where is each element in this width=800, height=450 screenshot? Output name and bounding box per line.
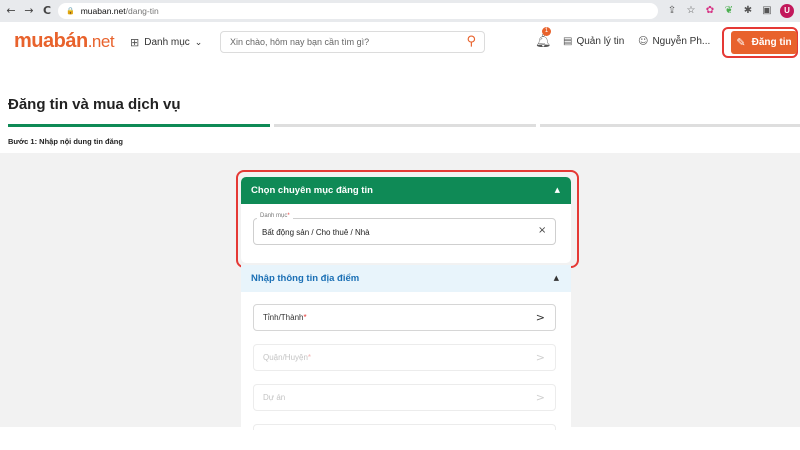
sidebar-toggle-icon[interactable]: ▣ — [761, 5, 773, 17]
notification-badge: 1 — [542, 27, 551, 36]
location-section-title: Nhập thông tin địa điểm — [251, 273, 360, 284]
chevron-right-icon: > — [535, 311, 545, 324]
logo-suffix-text: .net — [87, 32, 115, 51]
share-icon[interactable]: ⇪ — [666, 5, 678, 17]
progress-step-2 — [274, 124, 536, 127]
province-select[interactable]: Tỉnh/Thành * > — [253, 304, 556, 331]
manage-posts-label: Quản lý tin — [576, 36, 625, 47]
search-placeholder: Xin chào, hôm nay bạn cần tìm gì? — [230, 37, 370, 47]
url-host: muaban.net — [80, 6, 126, 16]
caret-up-icon: ▲ — [553, 274, 559, 282]
extension-leaf-icon[interactable]: ❦ — [723, 5, 735, 17]
extension-flower-icon[interactable]: ✿ — [704, 5, 716, 17]
category-menu-label: Danh mục — [144, 37, 190, 48]
required-mark: * — [303, 313, 307, 322]
notification-bell-icon[interactable]: 🔔︎ — [535, 34, 552, 49]
document-list-icon: ▤ — [563, 36, 573, 47]
address-bar[interactable]: 🔒 muaban.net/dang-tin — [58, 3, 658, 19]
edit-square-icon: ✎ — [736, 36, 746, 49]
project-label: Dự án — [263, 393, 286, 402]
post-ad-button[interactable]: ✎ Đăng tin — [731, 31, 797, 54]
category-menu-button[interactable]: ⊞ Danh mục ⌄ — [130, 36, 202, 49]
reload-icon[interactable]: C — [40, 4, 54, 18]
lock-icon: 🔒 — [66, 7, 75, 15]
grid-icon: ⊞ — [130, 36, 140, 49]
logo-main-text: muabán — [14, 30, 88, 52]
project-select[interactable]: Dự án > — [253, 384, 556, 411]
chevron-right-icon: > — [535, 391, 545, 404]
post-ad-label: Đăng tin — [751, 37, 792, 48]
extensions-puzzle-icon[interactable]: ✱ — [742, 5, 754, 17]
browser-toolbar: ← → C 🔒 muaban.net/dang-tin ⇪ ☆ ✿ ❦ ✱ ▣ … — [0, 0, 800, 22]
user-account-menu[interactable]: ☺ Nguyễn Ph... — [638, 36, 710, 47]
search-icon[interactable]: ⚲ — [466, 34, 476, 49]
district-select[interactable]: Quận/Huyện * > — [253, 344, 556, 371]
url-path: /dang-tin — [125, 6, 159, 16]
chevron-right-icon: > — [535, 351, 545, 364]
district-label: Quận/Huyện — [263, 353, 308, 362]
progress-step-3 — [540, 124, 800, 127]
profile-avatar[interactable]: U — [780, 4, 794, 18]
category-section-highlight — [236, 170, 579, 268]
province-label: Tỉnh/Thành — [263, 313, 304, 322]
next-field-partial[interactable] — [253, 424, 556, 430]
step-label: Bước 1: Nhập nội dung tin đăng — [8, 137, 123, 146]
back-icon[interactable]: ← — [4, 4, 18, 18]
forward-icon[interactable]: → — [22, 4, 36, 18]
site-logo[interactable]: muabán.net — [14, 30, 115, 53]
chevron-down-icon: ⌄ — [194, 37, 203, 48]
location-section-header[interactable]: Nhập thông tin địa điểm ▲ — [241, 265, 571, 292]
page-bottom — [0, 427, 800, 450]
user-circle-icon: ☺ — [638, 36, 649, 47]
user-name: Nguyễn Ph... — [652, 36, 711, 47]
required-mark: * — [307, 353, 312, 362]
page-title: Đăng tin và mua dịch vụ — [8, 96, 181, 113]
progress-step-1 — [8, 124, 270, 127]
extensions-area: ⇪ ☆ ✿ ❦ ✱ ▣ U — [666, 3, 794, 19]
search-input[interactable]: Xin chào, hôm nay bạn cần tìm gì? ⚲ — [220, 31, 485, 53]
bookmark-star-icon[interactable]: ☆ — [685, 5, 697, 17]
manage-posts-link[interactable]: ▤ Quản lý tin — [563, 36, 624, 47]
